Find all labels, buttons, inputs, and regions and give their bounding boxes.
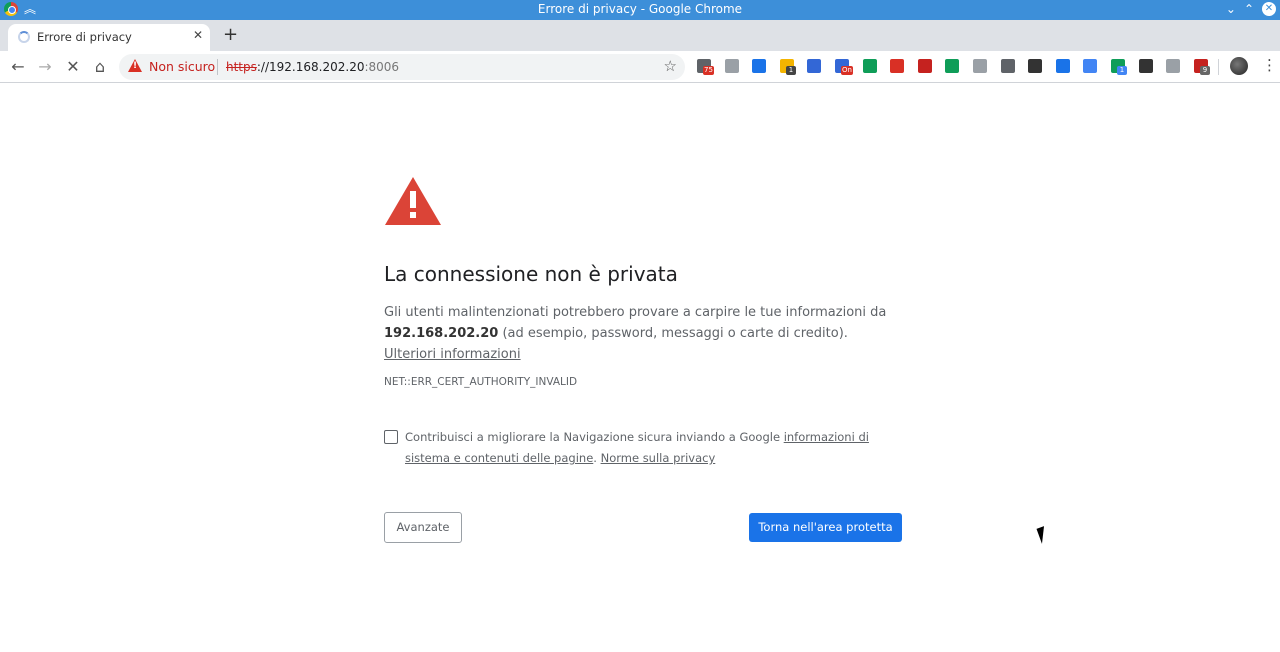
- radiation-ext-icon[interactable]: [1166, 59, 1180, 73]
- security-status-label[interactable]: Non sicuro: [149, 59, 215, 74]
- description-text-2: (ad esempio, password, messaggi o carte …: [498, 326, 848, 341]
- tab-privacy-error[interactable]: Errore di privacy ✕: [8, 24, 210, 51]
- minimize-icon[interactable]: ⌄: [1226, 2, 1236, 16]
- back-arrow-icon[interactable]: ←: [8, 57, 28, 76]
- url-port: :8006: [364, 60, 400, 74]
- extension-badge: 9: [1200, 66, 1210, 75]
- map-ext-icon[interactable]: [863, 59, 877, 73]
- tab-title: Errore di privacy: [37, 30, 132, 44]
- tab-close-icon[interactable]: ✕: [193, 28, 203, 42]
- new-tab-button[interactable]: +: [223, 24, 238, 45]
- url-host: 192.168.202.20: [269, 60, 365, 74]
- arrow-ext-icon[interactable]: [945, 59, 959, 73]
- s-ext-icon[interactable]: [1001, 59, 1015, 73]
- window-titlebar: ︽ Errore di privacy - Google Chrome ⌄ ⌃ …: [0, 0, 1280, 20]
- play-ext-icon[interactable]: [973, 59, 987, 73]
- safe-browsing-separator: .: [593, 451, 601, 465]
- page-description: Gli utenti malintenzionati potrebbero pr…: [384, 302, 904, 365]
- loading-spinner-icon: [18, 31, 30, 43]
- description-host: 192.168.202.20: [384, 326, 499, 341]
- extension-badge: On: [841, 66, 853, 75]
- back-to-safety-button[interactable]: Torna nell'area protetta: [749, 513, 902, 542]
- home-icon[interactable]: ⌂: [90, 57, 110, 76]
- privacy-policy-link[interactable]: Norme sulla privacy: [601, 451, 716, 465]
- warning-triangle-large-icon: [385, 177, 441, 225]
- window-title: Errore di privacy - Google Chrome: [537, 2, 743, 16]
- page-heading: La connessione non è privata: [384, 262, 678, 286]
- safe-browsing-text: Contribuisci a migliorare la Navigazione…: [405, 430, 784, 444]
- opera-ext-icon[interactable]: [890, 59, 904, 73]
- extension-badge: 75: [703, 66, 714, 75]
- menu-kebab-icon[interactable]: ⋮: [1262, 56, 1277, 74]
- extension-badge: 1: [1117, 66, 1127, 75]
- stop-loading-icon[interactable]: ✕: [63, 57, 83, 76]
- toolbar-divider: [1218, 59, 1219, 75]
- warning-triangle-icon[interactable]: [128, 59, 142, 72]
- url-separator: ://: [256, 60, 270, 74]
- expand-ext-icon[interactable]: [1056, 59, 1070, 73]
- close-window-icon[interactable]: ✕: [1262, 2, 1276, 16]
- omnibox-divider: [217, 59, 218, 75]
- window-ext-icon[interactable]: [752, 59, 766, 73]
- error-code: NET::ERR_CERT_AUTHORITY_INVALID: [384, 376, 578, 388]
- extension-badge: 1: [786, 66, 796, 75]
- calendar-ext-icon[interactable]: 75: [697, 59, 714, 75]
- forward-arrow-icon[interactable]: →: [35, 57, 55, 76]
- tab-strip: Errore di privacy ✕ +: [0, 20, 1280, 51]
- list-ext-icon[interactable]: [807, 59, 821, 73]
- mouse-cursor-icon: [1036, 526, 1050, 544]
- url-text[interactable]: https://192.168.202.20:8006: [226, 60, 399, 74]
- forward-ext-icon[interactable]: [918, 59, 932, 73]
- url-scheme: https: [226, 60, 257, 74]
- description-text-1: Gli utenti malintenzionati potrebbero pr…: [384, 305, 887, 320]
- advanced-button[interactable]: Avanzate: [384, 512, 462, 543]
- profile-avatar[interactable]: [1230, 57, 1248, 75]
- browser-toolbar: ← → ✕ ⌂ Non sicuro https://192.168.202.2…: [0, 51, 1280, 83]
- maximize-icon[interactable]: ⌃: [1244, 2, 1254, 16]
- table-ext-icon[interactable]: On: [835, 59, 853, 75]
- camera-ext-icon[interactable]: [1028, 59, 1042, 73]
- scatter-ext-icon[interactable]: [1139, 59, 1153, 73]
- translate-ext-icon[interactable]: [1083, 59, 1097, 73]
- safe-browsing-checkbox[interactable]: [384, 430, 398, 444]
- note-ext-icon[interactable]: 1: [780, 59, 796, 75]
- bookmark-star-icon[interactable]: ☆: [664, 57, 677, 75]
- globe-ext-icon[interactable]: [725, 59, 739, 73]
- address-bar[interactable]: Non sicuro https://192.168.202.20:8006 ☆: [119, 54, 685, 80]
- learn-more-link[interactable]: Ulteriori informazioni: [384, 347, 521, 362]
- r-ext-icon[interactable]: 9: [1194, 59, 1210, 75]
- safe-browsing-label: Contribuisci a migliorare la Navigazione…: [405, 427, 905, 469]
- circle-ext-icon[interactable]: 1: [1111, 59, 1127, 75]
